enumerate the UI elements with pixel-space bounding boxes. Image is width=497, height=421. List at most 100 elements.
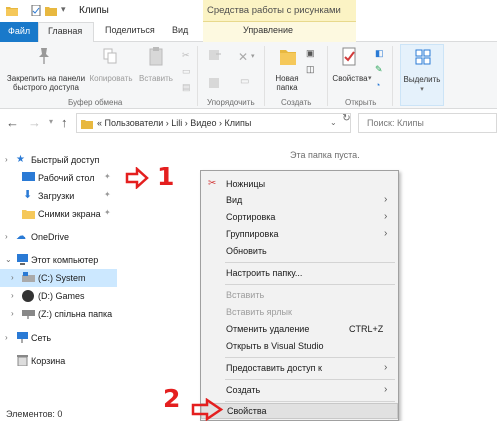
expand-icon[interactable]: › xyxy=(5,333,8,342)
nav-item-drive-c[interactable]: › (C:) System xyxy=(0,269,117,287)
nav-item-recycle-bin[interactable]: Корзина xyxy=(0,352,117,370)
nav-item-network[interactable]: › Сеть xyxy=(0,329,117,347)
expand-icon[interactable]: › xyxy=(5,155,8,164)
menu-item-paste-shortcut[interactable]: Вставить ярлык xyxy=(201,304,398,321)
paste-shortcut-icon[interactable]: ▤ xyxy=(182,82,191,93)
nav-item-screenshots[interactable]: Снимки экрана ✦ xyxy=(0,205,117,223)
qat-dropdown-icon[interactable]: ▾ xyxy=(61,4,66,15)
collapse-icon[interactable]: ⌄ xyxy=(5,255,12,264)
new-folder-icon xyxy=(280,50,296,65)
nav-item-onedrive[interactable]: › ☁ OneDrive xyxy=(0,228,117,246)
menu-separator xyxy=(225,401,395,402)
paste-button[interactable]: Вставить xyxy=(138,74,174,83)
window-title: Клипы xyxy=(79,5,109,16)
ribbon-separator xyxy=(264,46,265,106)
navigation-pane: › ★ Быстрый доступ Рабочий стол ✦ ⬇ Загр… xyxy=(0,142,117,404)
tab-manage[interactable]: Управление xyxy=(203,22,356,42)
pin-icon: ✦ xyxy=(104,208,111,217)
expand-icon[interactable]: › xyxy=(11,273,14,282)
open-icon[interactable]: ◧ xyxy=(375,48,384,59)
expand-icon[interactable]: › xyxy=(11,291,14,300)
menu-item-paste[interactable]: Вставить xyxy=(201,287,398,304)
nav-item-drive-z[interactable]: › (Z:) спільна папка xyxy=(0,305,117,323)
star-icon: ★ xyxy=(16,154,25,165)
delete-dropdown-icon[interactable]: ▾ xyxy=(251,52,255,60)
forward-icon[interactable]: → xyxy=(28,115,41,130)
breadcrumb[interactable]: « Пользователи › Lili › Видео › Клипы xyxy=(97,118,251,128)
easy-access-icon[interactable]: ◫ xyxy=(306,64,315,75)
title-bar: ▾ Клипы Средства работы с рисунками xyxy=(0,0,497,22)
desktop-icon xyxy=(22,172,35,181)
menu-item-scissors[interactable]: ✂ Ножницы xyxy=(201,176,398,193)
nav-item-desktop[interactable]: Рабочий стол ✦ xyxy=(0,169,117,187)
pin-icon: ✦ xyxy=(104,172,111,181)
tab-view[interactable]: Вид xyxy=(172,25,188,35)
expand-icon[interactable]: › xyxy=(5,232,8,241)
menu-item-undo-delete[interactable]: Отменить удаление CTRL+Z xyxy=(201,321,398,338)
nav-item-drive-d[interactable]: › (D:) Games xyxy=(0,287,117,305)
nav-item-quick-access[interactable]: › ★ Быстрый доступ xyxy=(0,151,117,169)
menu-separator xyxy=(225,357,395,358)
tab-home[interactable]: Главная xyxy=(38,22,94,43)
recent-dropdown-icon[interactable]: ▾ xyxy=(49,117,53,126)
tab-file[interactable]: Файл xyxy=(0,22,38,42)
properties-button[interactable]: Свойства xyxy=(332,74,368,83)
menu-item-view[interactable]: Вид › xyxy=(201,192,398,209)
address-bar[interactable]: « Пользователи › Lili › Видео › Клипы ⌄ xyxy=(76,113,351,133)
annotation-arrow-2-icon xyxy=(191,398,224,421)
submenu-arrow-icon: › xyxy=(384,362,388,373)
menu-item-share-access[interactable]: Предоставить доступ к › xyxy=(201,360,398,377)
menu-separator xyxy=(225,284,395,285)
menu-item-open-visual-studio[interactable]: Открыть в Visual Studio xyxy=(201,338,398,355)
menu-item-customize-folder[interactable]: Настроить папку... xyxy=(201,265,398,282)
submenu-arrow-icon: › xyxy=(384,228,388,239)
history-icon[interactable]: ◔ xyxy=(375,80,380,90)
status-bar-item-count: Элементов: 0 xyxy=(6,409,63,419)
new-folder-quick-icon[interactable] xyxy=(45,5,57,16)
annotation-number-1: 1 xyxy=(157,162,175,191)
menu-item-refresh[interactable]: Обновить xyxy=(201,243,398,260)
new-folder-button[interactable]: Новая папка xyxy=(266,74,308,92)
menu-item-group[interactable]: Группировка › xyxy=(201,226,398,243)
copy-to-icon[interactable] xyxy=(208,76,222,90)
copy-path-icon[interactable]: ▭ xyxy=(182,66,191,77)
properties-quick-icon[interactable] xyxy=(30,5,42,16)
up-icon[interactable]: ↑ xyxy=(61,115,68,130)
nav-item-downloads[interactable]: ⬇ Загрузки ✦ xyxy=(0,187,117,205)
new-item-icon[interactable]: ▣ xyxy=(306,48,315,59)
submenu-arrow-icon: › xyxy=(384,384,388,395)
rename-icon[interactable]: ▭ xyxy=(240,76,249,87)
menu-item-properties[interactable]: Свойства xyxy=(201,403,398,419)
properties-dropdown-icon[interactable]: ▾ xyxy=(368,74,372,82)
delete-icon[interactable]: ✕ xyxy=(238,50,248,64)
nav-item-this-pc[interactable]: ⌄ Этот компьютер xyxy=(0,251,117,269)
network-drive-icon xyxy=(22,310,35,319)
annotation-number-2: 2 xyxy=(163,384,181,413)
menu-item-create[interactable]: Создать › xyxy=(201,382,398,399)
network-icon xyxy=(17,332,28,343)
move-to-icon[interactable] xyxy=(208,48,222,62)
folder-icon xyxy=(6,7,18,16)
pin-quick-access-button[interactable]: Закрепить на панели быстрого доступа xyxy=(2,74,90,92)
refresh-icon[interactable]: ↻ xyxy=(340,113,353,133)
search-input[interactable]: Поиск: Клипы xyxy=(358,113,497,133)
back-icon[interactable]: ← xyxy=(6,115,19,130)
group-clipboard-label: Буфер обмена xyxy=(68,98,123,107)
empty-folder-message: Эта папка пуста. xyxy=(290,150,360,160)
menu-item-sort[interactable]: Сортировка › xyxy=(201,209,398,226)
address-dropdown-icon[interactable]: ⌄ xyxy=(330,118,337,127)
group-open-label: Открыть xyxy=(345,98,377,107)
copy-button[interactable]: Копировать xyxy=(89,74,133,83)
ribbon-separator xyxy=(392,46,393,106)
properties-icon xyxy=(342,47,356,66)
edit-icon[interactable]: ✎ xyxy=(375,64,383,75)
cut-icon[interactable]: ✂ xyxy=(182,50,190,61)
undo-shortcut: CTRL+Z xyxy=(349,324,384,334)
drive-icon xyxy=(22,272,35,282)
folder-icon xyxy=(81,120,93,129)
select-button[interactable]: Выделить ▾ xyxy=(400,44,444,106)
tab-share[interactable]: Поделиться xyxy=(105,25,155,35)
context-tab-header: Средства работы с рисунками xyxy=(203,0,356,22)
games-drive-icon xyxy=(22,290,34,302)
expand-icon[interactable]: › xyxy=(11,309,14,318)
